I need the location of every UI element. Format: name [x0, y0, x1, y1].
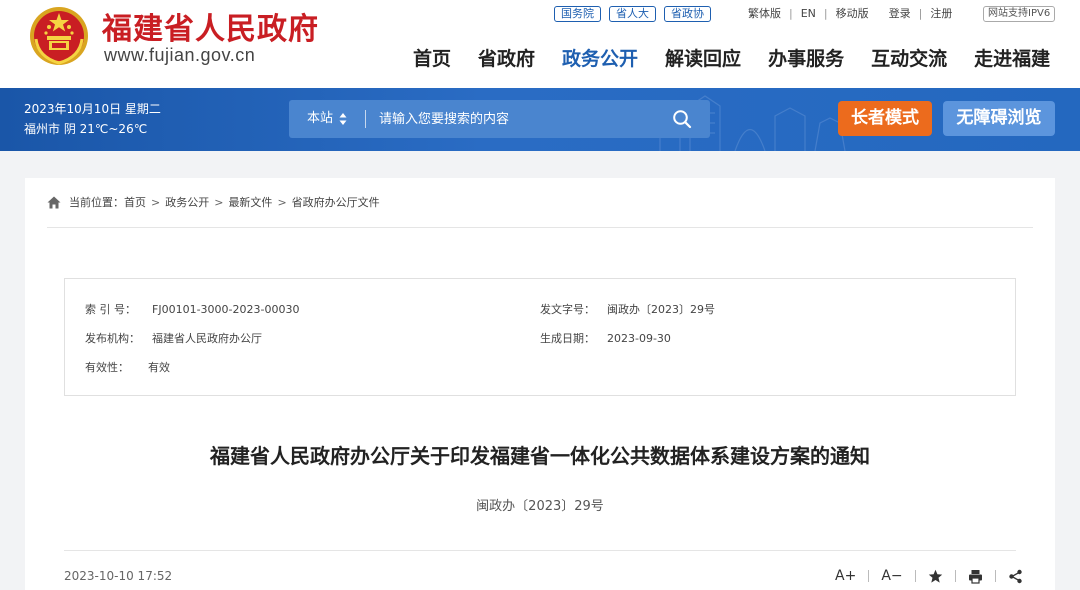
breadcrumb-separator: >: [151, 195, 161, 209]
register-link[interactable]: 注册: [930, 5, 952, 21]
separator: [954, 570, 956, 582]
elder-mode-button[interactable]: 长者模式: [838, 101, 932, 136]
font-smaller-button[interactable]: A−: [881, 568, 902, 584]
document-number: 闽政办〔2023〕29号: [476, 499, 604, 514]
search-box: 本站: [289, 100, 710, 138]
font-larger-button[interactable]: A+: [835, 568, 856, 584]
traditional-chinese-link[interactable]: 繁体版: [748, 5, 781, 21]
meta-value: 福建省人民政府办公厅: [152, 332, 262, 345]
separator: |: [789, 6, 793, 20]
site-header: 福建省人民政府 www.fujian.gov.cn 国务院 省人大 省政协 繁体…: [0, 0, 1080, 88]
accessible-browsing-button[interactable]: 无障碍浏览: [943, 101, 1055, 136]
meta-date: 生成日期： 2023-09-30: [540, 330, 671, 346]
home-icon[interactable]: [47, 196, 61, 209]
site-url[interactable]: www.fujian.gov.cn: [104, 45, 255, 66]
badge-state-council[interactable]: 国务院: [554, 6, 601, 22]
main-nav: 首页 省政府 政务公开 解读回应 办事服务 互动交流 走进福建: [413, 44, 1050, 71]
separator: |: [918, 6, 923, 20]
weather: 福州市 阴 21℃~26℃: [24, 122, 148, 136]
breadcrumb-government-affairs[interactable]: 政务公开: [165, 194, 209, 210]
meta-index-no: 索 引 号： FJ00101-3000-2023-00030: [85, 301, 299, 317]
meta-validity: 有效性： 有效: [85, 359, 170, 375]
breadcrumb-latest-files[interactable]: 最新文件: [228, 194, 272, 210]
meta-value: 有效: [148, 361, 170, 374]
meta-label: 发文字号：: [540, 303, 595, 316]
favorite-star-icon[interactable]: [928, 569, 943, 584]
nav-government-affairs[interactable]: 政务公开: [562, 44, 638, 71]
nav-services[interactable]: 办事服务: [768, 44, 844, 71]
nav-provincial-government[interactable]: 省政府: [478, 44, 535, 71]
login-link[interactable]: 登录: [889, 5, 911, 21]
top-badges: 国务院 省人大 省政协: [554, 6, 711, 22]
separator: [914, 570, 916, 582]
date-weather: 2023年10月10日 星期二 福州市 阴 21℃~26℃: [24, 99, 161, 139]
document-title: 福建省人民政府办公厅关于印发福建省一体化公共数据体系建设方案的通知: [210, 444, 870, 468]
nav-about-fujian[interactable]: 走进福建: [974, 44, 1050, 71]
meta-label: 有效性：: [85, 361, 129, 374]
divider: [47, 227, 1033, 228]
nav-home[interactable]: 首页: [413, 44, 451, 71]
meta-value: 闽政办〔2023〕29号: [607, 303, 715, 316]
search-divider: [365, 110, 366, 128]
site-name[interactable]: 福建省人民政府: [102, 4, 319, 48]
meta-label: 发布机构：: [85, 332, 140, 345]
breadcrumb-separator: >: [277, 195, 287, 209]
badge-provincial-congress[interactable]: 省人大: [609, 6, 656, 22]
breadcrumb-label: 当前位置：: [69, 196, 124, 209]
meta-issuer: 发布机构： 福建省人民政府办公厅: [85, 330, 262, 346]
meta-value: FJ00101-3000-2023-00030: [152, 303, 300, 316]
search-scope-select[interactable]: 本站: [307, 100, 333, 138]
national-emblem-icon[interactable]: [28, 5, 90, 67]
document-metadata: 索 引 号： FJ00101-3000-2023-00030 发文字号： 闽政办〔2…: [64, 278, 1016, 396]
search-banner: 2023年10月10日 星期二 福州市 阴 21℃~26℃ 本站 长者模式 无障…: [0, 88, 1080, 151]
article-card: 当前位置： 首页 > 政务公开 > 最新文件 > 省政府办公厅文件 索 引 号：…: [25, 178, 1055, 590]
separator: [868, 570, 870, 582]
article-tools: A+ A−: [835, 568, 1023, 584]
search-input[interactable]: [379, 100, 659, 138]
breadcrumb-separator: >: [214, 195, 224, 209]
ipv6-badge: 网站支持IPV6: [983, 6, 1056, 22]
english-link[interactable]: EN: [801, 7, 816, 20]
print-icon[interactable]: [968, 569, 983, 584]
separator: [994, 570, 996, 582]
breadcrumb-office-files[interactable]: 省政府办公厅文件: [292, 194, 380, 210]
divider: [64, 550, 1016, 551]
meta-label: 生成日期：: [540, 332, 595, 345]
publish-time: 2023-10-10 17:52: [64, 569, 173, 583]
meta-label: 索 引 号：: [85, 303, 136, 316]
top-links: 繁体版 | EN | 移动版 登录 | 注册: [748, 5, 952, 21]
nav-interaction[interactable]: 互动交流: [871, 44, 947, 71]
breadcrumb: 当前位置： 首页 > 政务公开 > 最新文件 > 省政府办公厅文件: [47, 194, 380, 210]
breadcrumb-home[interactable]: 首页: [124, 194, 146, 210]
mobile-link[interactable]: 移动版: [836, 5, 869, 21]
current-date: 2023年10月10日 星期二: [24, 102, 161, 116]
separator: |: [823, 6, 828, 20]
search-icon[interactable]: [672, 109, 692, 129]
badge-provincial-cppcc[interactable]: 省政协: [664, 6, 711, 22]
nav-interpretation[interactable]: 解读回应: [665, 44, 741, 71]
meta-value: 2023-09-30: [607, 332, 671, 345]
sort-arrows-icon[interactable]: [339, 112, 347, 126]
share-icon[interactable]: [1008, 569, 1023, 584]
meta-doc-no: 发文字号： 闽政办〔2023〕29号: [540, 301, 715, 317]
